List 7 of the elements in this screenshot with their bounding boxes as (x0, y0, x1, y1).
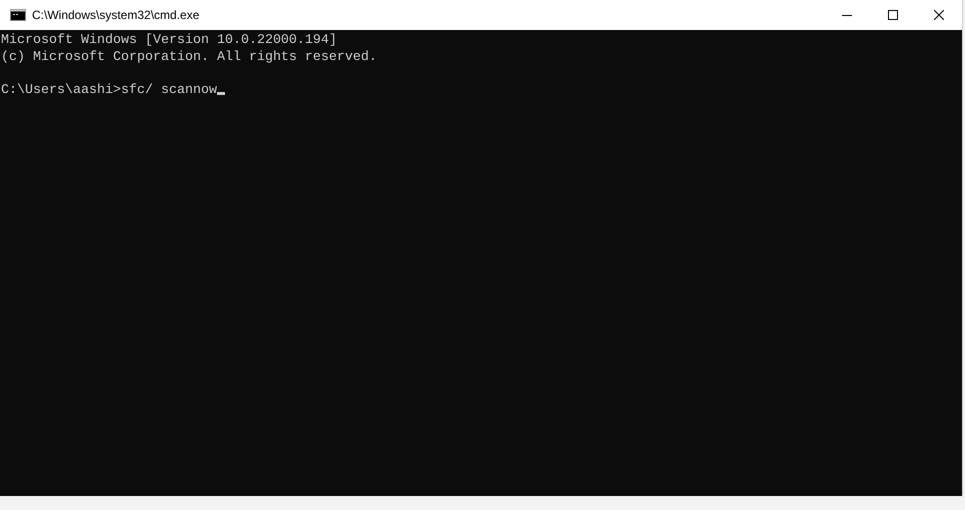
console-output-line: (c) Microsoft Corporation. All rights reserved. (1, 50, 378, 66)
close-icon (934, 10, 944, 20)
command-line: C:\Users\aashi>sfc/ scannow (1, 82, 217, 98)
window-title: C:\Windows\system32\cmd.exe (32, 8, 200, 22)
console-output-line: Microsoft Windows [Version 10.0.22000.194] (1, 33, 338, 50)
maximize-icon (888, 10, 898, 20)
console-icon (10, 9, 26, 21)
